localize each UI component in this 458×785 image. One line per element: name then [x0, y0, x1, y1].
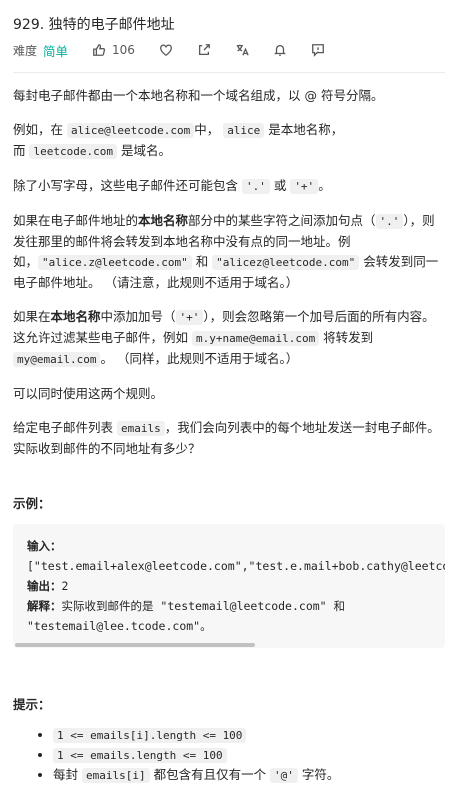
share-button[interactable] — [197, 43, 211, 57]
inline-code: '+' — [290, 179, 319, 194]
difficulty-label: 难度 — [13, 43, 38, 58]
text: 是域名。 — [116, 143, 171, 158]
inline-code: alice — [223, 123, 265, 138]
text: 中添加加号（ — [100, 309, 176, 324]
text: 例如，在 — [13, 122, 67, 137]
hints-list: 1 <= emails[i].length <= 100 1 <= emails… — [13, 725, 445, 785]
desc-paragraph-2: 例如，在 alice@leetcode.com 中， alice 是本地名称， 而… — [13, 120, 445, 162]
inline-code: '@' — [270, 768, 298, 783]
example-output-value: 2 — [61, 579, 69, 593]
text: 字符。 — [297, 767, 340, 782]
inline-code: '.' — [241, 179, 270, 194]
desc-paragraph-5: 如果在本地名称中添加加号（ '+' ），则会忽略第一个加号后面的所有内容。这允许过滤… — [13, 307, 445, 370]
like-count: 106 — [112, 43, 135, 57]
inline-code: '+' — [175, 310, 204, 325]
text: 或 — [269, 178, 291, 193]
text: 给定电子邮件列表 — [13, 420, 117, 435]
text: 是本地名称， — [264, 122, 344, 137]
text: 除了小写字母，这些电子邮件还可能包含 — [13, 178, 242, 193]
list-item: 1 <= emails[i].length <= 100 — [53, 725, 445, 745]
problem-title: 929. 独特的电子邮件地址 — [13, 17, 175, 33]
desc-paragraph-1: 每封电子邮件都由一个本地名称和一个域名组成，以 @ 符号分隔。 — [13, 88, 384, 103]
notify-button[interactable] — [273, 43, 287, 57]
problem-description: 每封电子邮件都由一个本地名称和一个域名组成，以 @ 符号分隔。 例如，在 ali… — [13, 86, 445, 459]
text: 。 — [318, 178, 331, 193]
problem-meta-bar: 难度 简单 106 — [13, 36, 445, 64]
example-explain-line: 解释：实际收到邮件的是 "testemail@leetcode.com" 和 — [27, 596, 431, 616]
hints-heading: 提示： — [13, 697, 51, 712]
text: 和 — [191, 254, 213, 269]
inline-code: 1 <= emails.length <= 100 — [53, 748, 227, 763]
desc-paragraph-4: 如果在电子邮件地址的本地名称部分中的某些字符之间添加句点（ '.' ），则发往那里的… — [13, 211, 445, 293]
example-input-label: 输入： — [27, 539, 62, 553]
example-input-label-line: 输入： — [27, 536, 431, 556]
divider — [13, 72, 445, 73]
example-heading: 示例： — [13, 496, 51, 511]
inline-code: '.' — [375, 214, 404, 229]
inline-code: "alice.z@leetcode.com" — [38, 255, 192, 270]
text: 。 （同样，此规则不适用于域名。） — [100, 351, 299, 366]
example-explain-value-2: "testemail@lee.tcode.com"。 — [27, 619, 212, 633]
list-item: 每封 emails[i] 都包含有且仅有一个 '@' 字符。 — [53, 765, 445, 785]
bold-text: 本地名称 — [50, 309, 101, 324]
favorite-button[interactable] — [159, 43, 173, 57]
text: 中， — [194, 122, 224, 137]
inline-code: alice@leetcode.com — [66, 123, 195, 138]
inline-code: "alicez@leetcode.com" — [212, 255, 360, 270]
desc-paragraph-7: 给定电子邮件列表 emails ，我们会向列表中的每个地址发送一封电子邮件。实际收… — [13, 418, 445, 459]
desc-paragraph-3: 除了小写字母，这些电子邮件还可能包含 '.' 或 '+'。 — [13, 176, 445, 197]
text: 每封 — [53, 767, 82, 782]
inline-code: m.y+name@email.com — [191, 331, 320, 346]
heart-icon — [160, 44, 172, 57]
text: 如果在 — [13, 309, 51, 324]
example-explain-label: 解释： — [27, 599, 62, 613]
example-output-line: 输出：2 — [27, 576, 431, 596]
horizontal-scrollbar[interactable] — [13, 642, 445, 648]
like-button[interactable]: 106 — [92, 43, 135, 57]
inline-code: leetcode.com — [29, 144, 117, 159]
text: 部分中的某些字符之间添加句点（ — [188, 213, 376, 228]
problem-page: 929. 独特的电子邮件地址 难度 简单 106 每封电子邮件都由一个本地名称和… — [0, 0, 458, 785]
difficulty-badge: 简单 — [43, 43, 69, 59]
feedback-icon — [312, 44, 324, 57]
translate-icon — [236, 44, 249, 56]
text: 而 — [13, 143, 30, 158]
example-input-value: ["test.email+alex@leetcode.com","test.e.… — [27, 559, 445, 573]
inline-code: my@email.com — [13, 352, 101, 367]
text: 将转发到 — [319, 330, 374, 345]
list-item: 1 <= emails.length <= 100 — [53, 745, 445, 765]
feedback-button[interactable] — [311, 43, 325, 57]
inline-code: emails[i] — [81, 768, 150, 783]
share-icon — [198, 44, 210, 56]
example-block[interactable]: 输入： ["test.email+alex@leetcode.com","tes… — [13, 524, 445, 648]
example-output-label: 输出： — [27, 579, 62, 593]
bell-icon — [273, 44, 286, 56]
inline-code: emails — [116, 421, 165, 436]
text: 如果在电子邮件地址的 — [13, 213, 139, 228]
translate-button[interactable] — [235, 43, 249, 57]
desc-paragraph-6: 可以同时使用这两个规则。 — [13, 386, 164, 401]
example-explain-value: 实际收到邮件的是 "testemail@leetcode.com" 和 — [61, 599, 346, 613]
thumbs-up-icon — [93, 44, 106, 56]
bold-text: 本地名称 — [138, 213, 189, 228]
text: 都包含有且仅有一个 — [149, 767, 271, 782]
scrollbar-thumb[interactable] — [15, 643, 255, 647]
inline-code: 1 <= emails[i].length <= 100 — [53, 728, 247, 743]
